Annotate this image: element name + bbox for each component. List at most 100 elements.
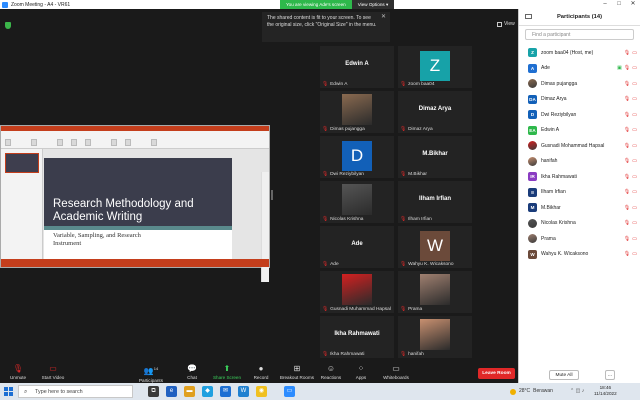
participant-name: Nicolas Krishna: [541, 220, 576, 226]
viewing-indicator: You are viewing Ade's screen: [280, 0, 352, 9]
mute-all-button[interactable]: Mute All: [549, 370, 579, 380]
tile-participant-name: Gusnadi Muhammad Hapsal: [330, 307, 391, 312]
tile-avatar: D: [342, 141, 372, 171]
record-button[interactable]: ● Record: [250, 364, 272, 380]
edge-icon[interactable]: e: [166, 386, 177, 397]
taskbar-clock[interactable]: 18:46 11/14/2022: [594, 385, 617, 397]
store-icon[interactable]: ◆: [202, 386, 213, 397]
word-icon[interactable]: W: [238, 386, 249, 397]
tile-participant-name: Dimas pujangga: [330, 127, 365, 132]
participant-status-icons: ▣ 🎙 ▭: [617, 65, 637, 71]
tile-name-label: 🎙 Ade: [322, 262, 339, 267]
participant-row[interactable]: Gusnadi Mohammad Hapsal 🎙 ▭: [519, 139, 640, 152]
paste-icon: [5, 139, 11, 146]
video-off-icon: ▭: [632, 111, 637, 118]
participants-icon: 👥14: [143, 366, 159, 376]
video-tile[interactable]: Edwin A 🎙 Edwin A: [320, 46, 394, 88]
close-window-icon[interactable]: ✕: [626, 0, 640, 9]
video-tile[interactable]: Ilham Irfian 🎙 Ilham Irfian: [398, 181, 472, 223]
breakout-rooms-button[interactable]: ⊞ Breakout Rooms: [278, 364, 316, 380]
muted-mic-icon: 🎙: [322, 307, 329, 312]
leave-room-button[interactable]: Leave Room: [478, 368, 515, 379]
start-video-button[interactable]: ▭ Start Video: [38, 364, 68, 380]
tile-participant-name: zoom baa04: [408, 82, 435, 87]
tile-name-label: 🎙 Nicolas Krishna: [322, 217, 363, 222]
task-view-icon[interactable]: ⧉: [148, 386, 159, 397]
close-notice-icon[interactable]: ✕: [381, 14, 386, 21]
participant-row[interactable]: Dimas pujangga 🎙 ▭: [519, 77, 640, 90]
participant-row[interactable]: Nicolas Krishna 🎙 ▭: [519, 217, 640, 230]
participant-row[interactable]: Zzoom baa04 (Host, me) 🎙 ▭: [519, 46, 640, 59]
video-tile[interactable]: D 🎙 Dwi Reziybilyan: [320, 136, 394, 178]
participant-avatar: D: [528, 110, 537, 119]
popout-icon[interactable]: [525, 14, 532, 19]
reactions-button[interactable]: ☺ Reactions: [318, 364, 344, 380]
video-tile[interactable]: M.Bikhar 🎙 M.Bikhar: [398, 136, 472, 178]
share-screen-button[interactable]: ⬆ Share Screen: [210, 364, 244, 380]
participant-row[interactable]: Prama 🎙 ▭: [519, 232, 640, 245]
video-tile[interactable]: 🎙 Prama: [398, 271, 472, 313]
participant-row[interactable]: hanifah 🎙 ▭: [519, 155, 640, 168]
participant-row[interactable]: DA Dimaz Arya 🎙 ▭: [519, 93, 640, 106]
tile-participant-name: M.Bikhar: [408, 172, 428, 177]
chat-button[interactable]: 💬 Chat: [182, 364, 202, 380]
participant-search-input[interactable]: Find a participant: [525, 29, 634, 40]
video-tile[interactable]: Ade 🎙 Ade: [320, 226, 394, 268]
unmute-button[interactable]: 🎙 Unmute: [6, 364, 30, 380]
participant-row[interactable]: IR Ikha Rahmawati 🎙 ▭: [519, 170, 640, 183]
tile-participant-name: Prama: [408, 307, 423, 312]
participant-avatar: DA: [528, 94, 537, 104]
muted-mic-icon: 🎙: [400, 172, 407, 177]
layout-splitter[interactable]: [271, 190, 273, 200]
record-icon: ●: [258, 364, 264, 373]
taskbar-search-input[interactable]: ⌕ Type here to search: [18, 385, 133, 398]
shared-screen[interactable]: Research Methodology and Academic Writin…: [0, 125, 270, 282]
view-button[interactable]: View: [497, 21, 515, 27]
participant-row[interactable]: W Wahyu K. Wicaksono 🎙 ▭: [519, 248, 640, 261]
participant-name: M.Bikhar: [541, 204, 561, 211]
whiteboards-button[interactable]: ▭ Whiteboards: [380, 364, 412, 380]
participant-row[interactable]: M M.Bikhar 🎙 ▭: [519, 201, 640, 214]
participant-row[interactable]: II Ilham Irfian 🎙 ▭: [519, 186, 640, 199]
tile-display-name: M.Bikhar: [422, 151, 448, 157]
powerpoint-workspace: Research Methodology and Academic Writin…: [1, 149, 269, 282]
participant-row[interactable]: A Ade ▣ 🎙 ▭: [519, 62, 640, 75]
file-explorer-icon[interactable]: ▬: [184, 386, 195, 397]
security-shield-icon[interactable]: [5, 22, 11, 29]
video-off-icon: ▭: [632, 127, 637, 133]
share-screen-icon: ⬆: [223, 364, 231, 373]
participants-button[interactable]: 👥14 Participants: [134, 364, 168, 383]
muted-mic-icon: 🎙: [623, 49, 631, 56]
chat-icon: 💬: [187, 364, 197, 373]
participant-status-icons: 🎙 ▭: [624, 127, 637, 133]
tile-display-name: Ade: [351, 241, 363, 247]
windows-start-icon[interactable]: [4, 387, 13, 396]
video-tile[interactable]: 🎙 Dimas pujangga: [320, 91, 394, 133]
weather-widget[interactable]: 28°C Berawan: [510, 385, 553, 398]
participant-row[interactable]: EA Edwin A 🎙 ▭: [519, 124, 640, 137]
view-options-button[interactable]: View Options ▾: [351, 0, 395, 9]
participant-row[interactable]: D Dwi Reziybilyan 🎙 ▭: [519, 108, 640, 121]
video-tile[interactable]: 🎙 Nicolas Krishna: [320, 181, 394, 223]
mail-icon[interactable]: ✉: [220, 386, 231, 397]
muted-mic-icon: 🎙: [322, 262, 329, 267]
maximize-icon[interactable]: □: [612, 0, 626, 9]
muted-mic-icon: 🎙: [623, 80, 631, 87]
system-tray-icons[interactable]: ⌃ ◫ ♪: [570, 388, 584, 394]
participant-status-icons: 🎙 ▭: [624, 174, 637, 180]
chrome-icon[interactable]: ◉: [256, 386, 267, 397]
video-tile[interactable]: 🎙 Gusnadi Muhammad Hapsal: [320, 271, 394, 313]
video-tile[interactable]: Z 🎙 zoom baa04: [398, 46, 472, 88]
video-tile[interactable]: Dimaz Arya 🎙 Dimaz Arya: [398, 91, 472, 133]
minimize-icon[interactable]: –: [598, 0, 612, 9]
video-tile[interactable]: Ikha Rahmawati 🎙 Ikha Rahmawati: [320, 316, 394, 358]
apps-button[interactable]: ⁘ Apps: [352, 364, 370, 380]
video-tile[interactable]: 🎙 hanifah: [398, 316, 472, 358]
slide-thumbnail: [5, 153, 39, 173]
muted-mic-icon: 🎙: [322, 352, 329, 357]
participant-name: Dimas pujangga: [541, 80, 578, 87]
panel-more-button[interactable]: ...: [605, 370, 615, 380]
zoom-taskbar-icon[interactable]: ▭: [284, 386, 295, 397]
tile-display-name: Edwin A: [345, 61, 369, 67]
video-tile[interactable]: W 🎙 Wahyu K. Wicaksono: [398, 226, 472, 268]
